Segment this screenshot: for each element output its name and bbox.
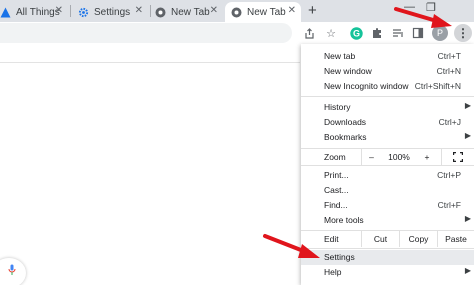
microphone-icon [8,264,16,275]
menu-label: History [324,102,351,112]
zoom-level: 100% [381,149,417,165]
chrome-menu-kebab-icon[interactable]: ⋮ [454,24,472,42]
shortcut-label: Ctrl+Shift+N [414,81,461,91]
menu-label: New window [324,66,372,76]
shortcut-label: Ctrl+F [437,200,461,210]
menu-label: New tab [324,51,356,61]
tab-strip: All Things ✕ Settings ✕ New Tab ✕ New Ta… [0,0,474,22]
tab-new-tab-active[interactable]: New Tab ✕ [225,2,301,22]
shortcut-label: Ctrl+T [437,51,461,61]
site-favicon-icon [0,7,11,18]
close-tab-icon[interactable]: ✕ [288,5,296,16]
address-bar[interactable] [0,23,292,43]
cut-button[interactable]: Cut [361,231,399,247]
content-divider [0,62,300,63]
tab-settings[interactable]: Settings ✕ [78,2,148,22]
zoom-minus-label: – [369,152,374,162]
menu-item-bookmarks[interactable]: Bookmarks ▶ [301,130,474,145]
menu-label: Bookmarks [324,132,367,142]
bookmark-star-icon[interactable]: ☆ [324,26,338,40]
menu-zoom-row: Zoom – 100% + [301,149,474,165]
menu-item-settings[interactable]: Settings [301,250,474,265]
tab-separator [70,5,71,17]
share-icon[interactable] [302,26,316,40]
menu-label: Help [324,267,342,277]
menu-item-new-window[interactable]: New window Ctrl+N [301,64,474,79]
submenu-arrow-icon: ▶ [464,266,471,275]
menu-item-more-tools[interactable]: More tools ▶ [301,213,474,228]
menu-separator [301,96,474,97]
menu-item-downloads[interactable]: Downloads Ctrl+J [301,115,474,130]
paste-label: Paste [445,234,467,244]
gear-icon [78,7,89,18]
menu-label: More tools [324,215,364,225]
zoom-out-button[interactable]: – [361,149,381,165]
menu-label: New Incognito window [324,81,409,91]
menu-item-print[interactable]: Print... Ctrl+P [301,168,474,183]
close-tab-icon[interactable]: ✕ [55,5,63,16]
menu-item-new-tab[interactable]: New tab Ctrl+T [301,49,474,64]
tab-label: Settings [94,6,131,18]
paste-button[interactable]: Paste [437,231,474,247]
voice-search-button[interactable] [0,258,26,285]
submenu-arrow-icon: ▶ [464,131,471,140]
menu-edit-row: Edit Cut Copy Paste [301,231,474,247]
edit-label: Edit [324,234,339,244]
close-tab-icon[interactable]: ✕ [210,5,218,16]
tab-separator [150,5,151,17]
submenu-arrow-icon: ▶ [464,214,471,223]
menu-separator [301,248,474,249]
menu-item-history[interactable]: History ▶ [301,100,474,115]
chrome-main-menu: New tab Ctrl+T New window Ctrl+N New Inc… [301,44,474,285]
fullscreen-button[interactable] [441,149,474,165]
zoom-plus-label: + [424,152,430,162]
svg-text:G: G [352,28,359,38]
cut-label: Cut [373,234,388,244]
profile-avatar[interactable]: P [432,25,448,41]
grammarly-icon[interactable]: G [349,26,363,40]
shortcut-label: Ctrl+P [437,170,461,180]
tab-all-things[interactable]: All Things ✕ [0,2,68,22]
menu-label: Print... [324,170,349,180]
side-panel-icon[interactable] [411,26,425,40]
extensions-puzzle-icon[interactable] [370,26,384,40]
copy-label: Copy [408,234,429,244]
restore-window-icon[interactable]: ❐ [426,1,436,14]
menu-item-cast[interactable]: Cast... [301,183,474,198]
shortcut-label: Ctrl+N [436,66,461,76]
shortcut-label: Ctrl+J [438,117,461,127]
menu-label: Downloads [324,117,367,127]
reading-list-icon[interactable] [391,26,405,40]
menu-item-new-incognito-window[interactable]: New Incognito window Ctrl+Shift+N [301,79,474,94]
close-tab-icon[interactable]: ✕ [135,5,143,16]
chrome-icon [231,7,242,18]
zoom-value: 100% [388,152,410,162]
menu-label: Settings [324,252,355,262]
tab-label: New Tab [171,6,210,18]
submenu-arrow-icon: ▶ [464,101,471,110]
menu-label: Cast... [324,185,349,195]
menu-separator [301,165,474,166]
menu-label: Find... [324,200,348,210]
chrome-icon [155,7,166,18]
tab-new-tab[interactable]: New Tab ✕ [155,2,223,22]
zoom-label: Zoom [324,152,346,162]
menu-item-help[interactable]: Help ▶ [301,265,474,280]
new-tab-plus-icon[interactable]: + [308,2,317,19]
copy-button[interactable]: Copy [399,231,437,247]
tab-label: All Things [16,6,60,18]
fullscreen-icon [453,152,463,162]
menu-item-find[interactable]: Find... Ctrl+F [301,198,474,213]
minimize-window-icon[interactable]: — [404,1,415,13]
zoom-in-button[interactable]: + [417,149,437,165]
tab-label: New Tab [247,6,286,18]
toolbar: ☆ G P ⋮ [0,22,474,44]
